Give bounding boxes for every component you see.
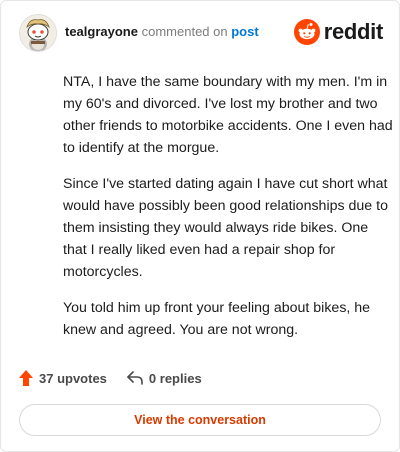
reply-arrow-icon <box>127 371 143 385</box>
upvotes-count[interactable]: 37 upvotes <box>19 370 107 386</box>
comment-paragraph: NTA, I have the same boundary with my me… <box>63 74 393 156</box>
reddit-wordmark: reddit <box>323 19 384 44</box>
reddit-logo-icon <box>293 19 320 45</box>
view-conversation-button[interactable]: View the conversation <box>19 404 381 436</box>
comment-meta: tealgrayone commented on post <box>65 24 259 40</box>
reddit-brand[interactable]: reddit <box>293 19 384 45</box>
comment-body: NTA, I have the same boundary with my me… <box>63 71 393 355</box>
upvotes-label: 37 upvotes <box>39 370 107 386</box>
replies-label: 0 replies <box>148 370 202 386</box>
username-link[interactable]: tealgrayone <box>65 24 138 39</box>
comment-header: tealgrayone commented on post <box>19 14 259 52</box>
comment-paragraph: You told him up front your feeling about… <box>63 300 371 338</box>
action-text: commented on <box>141 24 228 39</box>
post-link[interactable]: post <box>231 24 258 39</box>
comment-paragraph: Since I've started dating again I have c… <box>63 176 388 280</box>
replies-count[interactable]: 0 replies <box>127 371 202 386</box>
upvote-arrow-icon <box>19 370 33 386</box>
comment-card: tealgrayone commented on post reddit NTA… <box>0 0 400 452</box>
snoo-avatar-icon <box>20 15 56 51</box>
comment-footer: 37 upvotes 0 replies <box>19 370 202 386</box>
user-avatar[interactable] <box>19 14 57 52</box>
